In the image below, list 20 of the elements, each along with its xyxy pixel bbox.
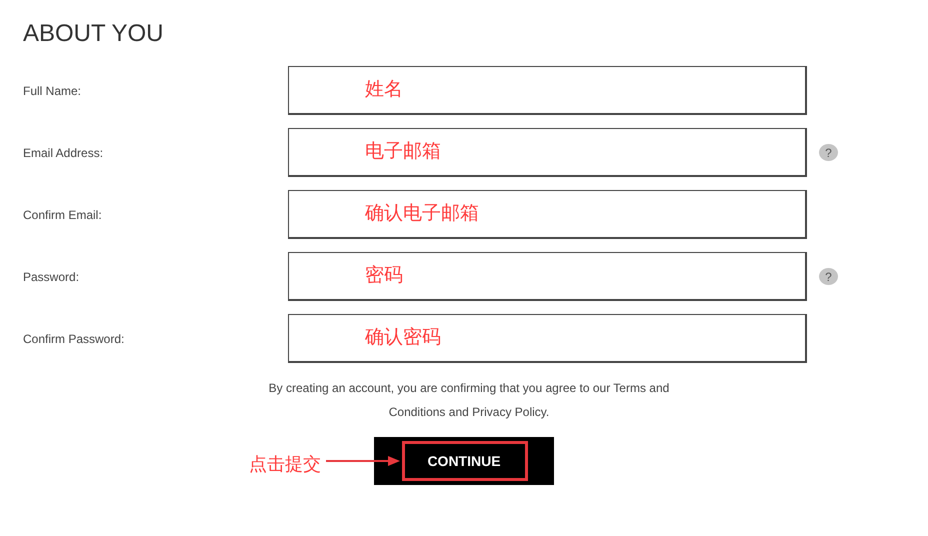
input-field[interactable]: 确认密码 xyxy=(288,314,807,363)
input-field[interactable]: 密码 xyxy=(288,252,807,301)
field-label: Email Address: xyxy=(23,144,104,162)
field-label: Full Name: xyxy=(23,82,82,100)
annotation-text: 姓名 xyxy=(365,78,403,102)
input-field[interactable]: 姓名 xyxy=(288,66,807,115)
input-field[interactable]: 电子邮箱 xyxy=(288,128,807,177)
section-heading: ABOUT YOU xyxy=(23,20,164,48)
field-label: Password: xyxy=(23,268,80,286)
input-field[interactable]: 确认电子邮箱 xyxy=(288,190,807,239)
annotation-text: 确认电子邮箱 xyxy=(365,202,479,226)
annotation-text: 确认密码 xyxy=(365,326,441,350)
field-label: Confirm Password: xyxy=(23,330,126,348)
annotation-text: 点击提交 xyxy=(249,453,321,476)
annotation-text: 密码 xyxy=(365,264,403,288)
field-label: Confirm Email: xyxy=(23,206,103,224)
help-icon[interactable]: ? xyxy=(819,144,838,161)
help-icon[interactable]: ? xyxy=(819,268,838,285)
annotation-text: 电子邮箱 xyxy=(365,140,441,164)
terms-text: By creating an account, you are confirming that you agree to our Terms and Conditions and Privacy Policy. xyxy=(268,380,670,421)
